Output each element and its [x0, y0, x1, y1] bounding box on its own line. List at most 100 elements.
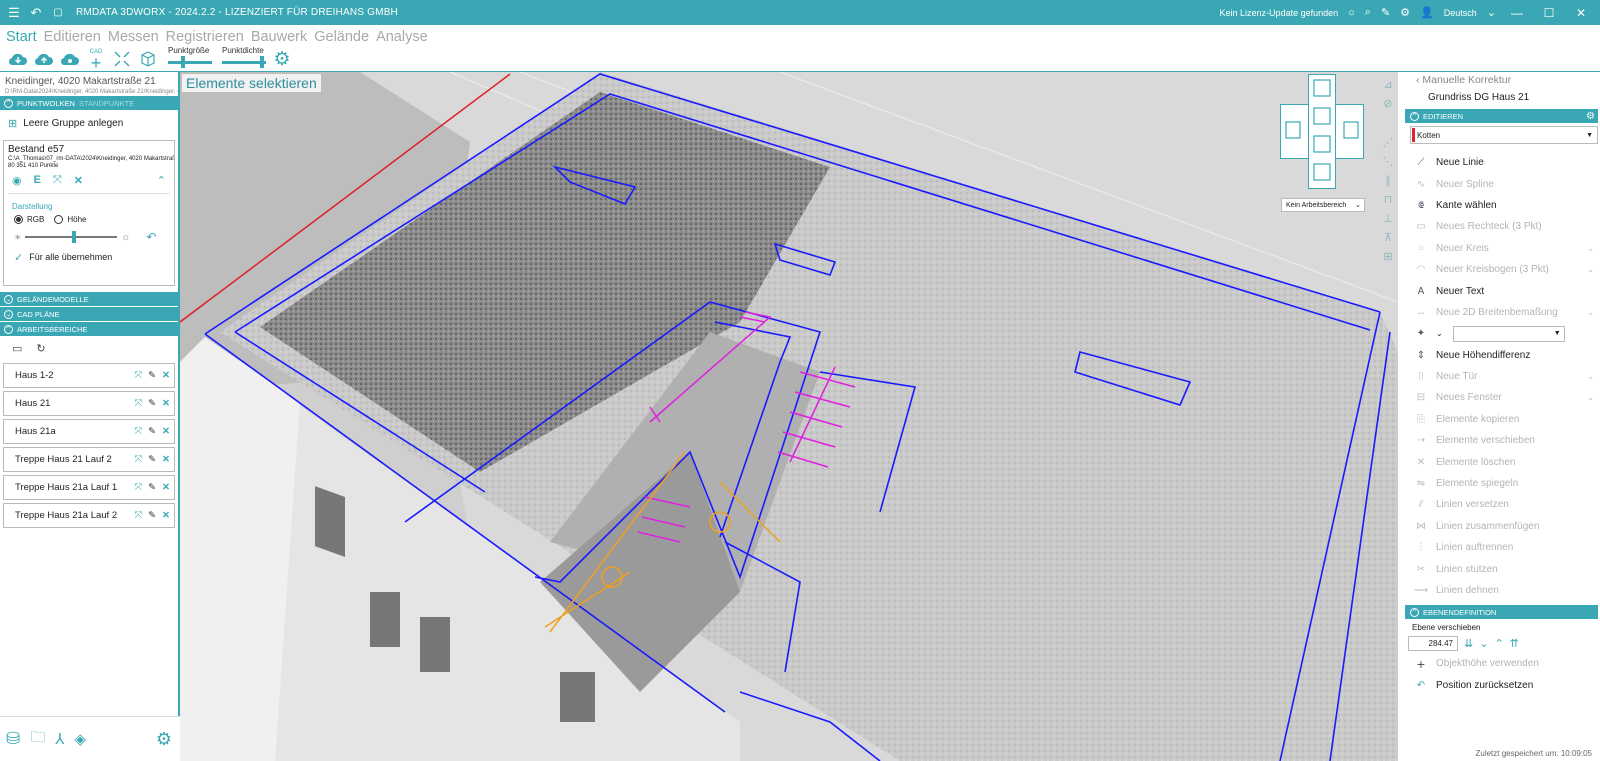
- expand-icon[interactable]: ⤧: [53, 174, 62, 187]
- layer-dropdown[interactable]: Kotten ▼: [1410, 126, 1598, 144]
- rgb-radio[interactable]: [14, 214, 23, 224]
- cmd-neues-fenster[interactable]: ⊟ Neues Fenster ⌄: [1400, 387, 1600, 408]
- cmd-neuer-spline[interactable]: ∿ Neuer Spline: [1400, 173, 1600, 194]
- edit-icon[interactable]: ✎: [148, 426, 156, 437]
- user-icon[interactable]: 👤: [1420, 6, 1434, 19]
- cmd-kopieren[interactable]: ⎘ Elemente kopieren: [1400, 409, 1600, 430]
- tab-bauwerk[interactable]: Bauwerk: [251, 29, 307, 45]
- delete-icon[interactable]: ✕: [162, 426, 170, 437]
- down-icon[interactable]: ⌄: [1479, 637, 1488, 650]
- close-button[interactable]: ✕: [1570, 6, 1592, 20]
- tab-messen[interactable]: Messen: [108, 29, 159, 45]
- edit-icon[interactable]: ✎: [148, 370, 156, 381]
- split-icon[interactable]: ⋱: [1383, 155, 1394, 168]
- add-area-icon[interactable]: ▭: [12, 342, 22, 355]
- undo-icon[interactable]: ↶: [28, 5, 44, 21]
- area-item[interactable]: Treppe Haus 21 Lauf 2 ⤧ ✎ ✕: [3, 447, 175, 472]
- expand-icon[interactable]: [112, 49, 132, 69]
- tools-icon[interactable]: ✎: [1381, 6, 1390, 19]
- tab-start[interactable]: Start: [6, 29, 37, 45]
- expand-icon[interactable]: ⤧: [134, 482, 142, 493]
- maximize-button[interactable]: ☐: [1538, 6, 1560, 20]
- double-up-icon[interactable]: ⇈: [1510, 637, 1519, 650]
- node-icon[interactable]: ⋰: [1383, 136, 1394, 149]
- stairs-icon[interactable]: ⊓: [1384, 193, 1393, 206]
- chevron-down-icon[interactable]: ⌄: [1587, 244, 1594, 253]
- chevron-down-icon[interactable]: ⌄: [1587, 372, 1594, 381]
- area-item[interactable]: Haus 21 ⤧ ✎ ✕: [3, 391, 175, 416]
- edit-icon[interactable]: ✎: [148, 510, 156, 521]
- view-cube-graphic[interactable]: [1280, 74, 1364, 189]
- collapse-icon[interactable]: ⌃: [157, 174, 166, 187]
- visibility-icon[interactable]: ⊘: [1383, 97, 1392, 110]
- edit-icon[interactable]: ✎: [148, 482, 156, 493]
- section-ebenendefinition[interactable]: ^ EBENENDEFINITION: [1405, 605, 1598, 620]
- edit-icon[interactable]: ✎: [148, 454, 156, 465]
- cmd-kante-waehlen[interactable]: ⟃ Kante wählen: [1400, 195, 1600, 216]
- layers-icon[interactable]: ◈: [74, 730, 86, 748]
- eye-icon[interactable]: ◉: [12, 174, 22, 187]
- tab-punktwolken[interactable]: PUNKTWOLKEN: [17, 99, 75, 108]
- chart-icon[interactable]: ⊿: [1383, 78, 1392, 91]
- ebene-input[interactable]: 284.47: [1408, 636, 1458, 652]
- tab-editieren[interactable]: Editieren: [44, 29, 101, 45]
- tab-gelaende[interactable]: Gelände: [314, 29, 369, 45]
- language-select[interactable]: Deutsch: [1444, 8, 1477, 18]
- delete-icon[interactable]: ✕: [74, 174, 83, 187]
- hamburger-menu-icon[interactable]: ☰: [6, 5, 22, 21]
- delete-icon[interactable]: ✕: [162, 482, 170, 493]
- settings-icon[interactable]: ⚙: [1400, 6, 1410, 19]
- objekthoehe-button[interactable]: + Objekthöhe verwenden: [1400, 653, 1600, 674]
- parallel-icon[interactable]: ∥: [1385, 174, 1391, 187]
- brightness-slider[interactable]: [25, 231, 118, 243]
- database-icon[interactable]: ⛁: [6, 729, 20, 749]
- expand-icon[interactable]: ⤧: [134, 398, 142, 409]
- up-icon[interactable]: ⌃: [1494, 637, 1503, 650]
- punktgroesse-slider[interactable]: Punktgröße: [168, 46, 212, 68]
- reset-icon[interactable]: ↶: [146, 230, 156, 244]
- folder-icon[interactable]: 🗀: [30, 727, 45, 752]
- area-item[interactable]: Haus 21a ⤧ ✎ ✕: [3, 419, 175, 444]
- cmd-neues-rechteck[interactable]: ▭ Neues Rechteck (3 Pkt): [1400, 216, 1600, 237]
- view-cube[interactable]: [1280, 74, 1364, 189]
- punktdichte-slider[interactable]: Punktdichte: [222, 46, 266, 68]
- section-editieren[interactable]: ^ EDITIEREN ⚙: [1405, 109, 1598, 123]
- section-cad-plaene[interactable]: ⌄ CAD PLÄNE: [0, 307, 178, 321]
- section-punktwolken[interactable]: ^ PUNKTWOLKEN STANDPUNKTE: [0, 96, 178, 110]
- search-icon[interactable]: ⌕: [1365, 6, 1371, 19]
- cmd-spiegeln[interactable]: ⇋ Elemente spiegeln: [1400, 473, 1600, 494]
- point-cloud-render[interactable]: [180, 72, 1398, 761]
- chevron-down-icon[interactable]: ⌄: [1487, 6, 1496, 19]
- tab-standpunkte[interactable]: STANDPUNKTE: [79, 99, 134, 108]
- section-gelaendemodelle[interactable]: ⌄ GELÄNDEMODELLE: [0, 292, 178, 306]
- cmd-dehnen[interactable]: ⟶ Linien dehnen: [1400, 580, 1600, 601]
- cmd-versetzen[interactable]: ⫽ Linien versetzen: [1400, 494, 1600, 515]
- edit-icon[interactable]: ✎: [148, 398, 156, 409]
- cmd-verschieben[interactable]: ⇢ Elemente verschieben: [1400, 430, 1600, 451]
- back-link[interactable]: ‹ Manuelle Korrektur: [1400, 72, 1600, 86]
- edit-letter[interactable]: E: [34, 174, 41, 186]
- cloud-settings-icon[interactable]: [60, 49, 80, 69]
- area-item[interactable]: Treppe Haus 21a Lauf 1 ⤧ ✎ ✕: [3, 475, 175, 500]
- cmd-stutzen[interactable]: ✂ Linien stutzen: [1400, 558, 1600, 579]
- area-item[interactable]: Treppe Haus 21a Lauf 2 ⤧ ✎ ✕: [3, 503, 175, 528]
- cmd-neuer-kreis[interactable]: ○ Neuer Kreis ⌄: [1400, 238, 1600, 259]
- cmd-symbol[interactable]: ✦ ⌄ ▼: [1400, 323, 1600, 344]
- cloud-download-icon[interactable]: [8, 49, 28, 69]
- settings-gear-icon[interactable]: ⚙: [156, 729, 172, 750]
- brightness-knob[interactable]: [72, 231, 77, 243]
- symbol-dropdown[interactable]: ▼: [1452, 325, 1565, 342]
- cad-add-icon[interactable]: CAD +: [86, 49, 106, 72]
- expand-icon[interactable]: ⤧: [134, 454, 142, 465]
- workspace-dropdown[interactable]: Kein Arbeitsbereich ⌄: [1281, 198, 1365, 212]
- cmd-neuer-text[interactable]: A Neuer Text: [1400, 280, 1600, 301]
- reset-position-button[interactable]: ↶ Position zurücksetzen: [1400, 675, 1600, 696]
- 3d-viewport[interactable]: Elementе selektieren Kein Arbeitsbereich…: [180, 72, 1398, 761]
- chevron-down-icon[interactable]: ⌄: [1587, 265, 1594, 274]
- grid-icon[interactable]: ⊞: [1383, 250, 1392, 263]
- chevron-down-icon[interactable]: ⌄: [1587, 308, 1594, 317]
- tab-registrieren[interactable]: Registrieren: [166, 29, 244, 45]
- cmd-neuer-kreisbogen[interactable]: ◠ Neuer Kreisbogen (3 Pkt) ⌄: [1400, 259, 1600, 280]
- gear-icon[interactable]: ⚙: [1586, 111, 1595, 122]
- cloud-upload-icon[interactable]: [34, 49, 54, 69]
